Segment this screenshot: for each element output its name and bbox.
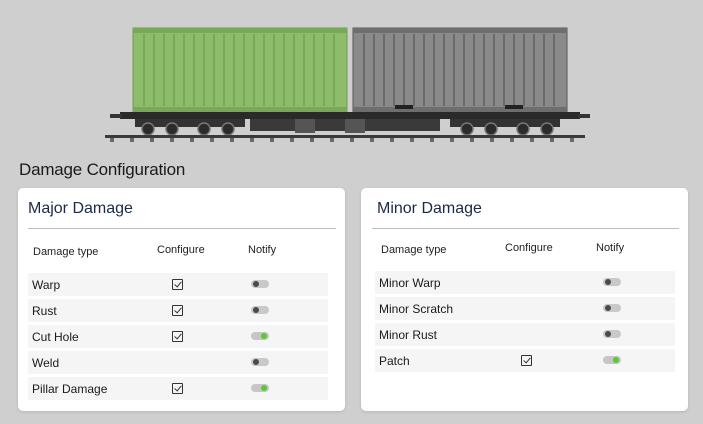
configure-checkbox[interactable] <box>172 279 183 290</box>
major-damage-divider <box>28 228 336 229</box>
page-title: Damage Configuration <box>19 160 186 179</box>
gray-container <box>352 27 568 113</box>
notify-toggle[interactable] <box>603 330 621 338</box>
damage-type-label: Pillar Damage <box>32 382 108 396</box>
damage-type-header: Damage type <box>381 244 447 256</box>
damage-type-label: Patch <box>379 354 410 368</box>
damage-type-label: Minor Scratch <box>379 302 454 316</box>
rail-track <box>105 135 585 142</box>
notify-toggle[interactable] <box>603 356 621 364</box>
minor-row-minor-rust: Minor Rust <box>375 323 675 346</box>
configure-header: Configure <box>505 242 553 254</box>
damage-type-label: Cut Hole <box>32 330 79 344</box>
notify-toggle[interactable] <box>251 358 269 366</box>
damage-type-header: Damage type <box>33 246 99 258</box>
notify-toggle[interactable] <box>603 278 621 286</box>
damage-type-label: Warp <box>32 278 61 292</box>
notify-toggle[interactable] <box>603 304 621 312</box>
green-container <box>132 27 348 113</box>
freight-wagon-illustration <box>105 27 590 142</box>
major-row-warp: Warp <box>28 273 328 296</box>
notify-toggle[interactable] <box>251 306 269 314</box>
damage-type-label: Minor Rust <box>379 328 438 342</box>
major-row-cut-hole: Cut Hole <box>28 325 328 348</box>
notify-toggle[interactable] <box>251 332 269 340</box>
minor-row-patch: Patch <box>375 349 675 372</box>
damage-type-label: Weld <box>32 356 60 370</box>
major-damage-panel: Major Damage Damage type Configure Notif… <box>18 188 345 411</box>
notify-toggle[interactable] <box>251 384 269 392</box>
major-row-rust: Rust <box>28 299 328 322</box>
minor-row-minor-scratch: Minor Scratch <box>375 297 675 320</box>
minor-row-minor-warp: Minor Warp <box>375 271 675 294</box>
minor-damage-title: Minor Damage <box>377 200 482 217</box>
notify-toggle[interactable] <box>251 280 269 288</box>
notify-header: Notify <box>248 244 277 256</box>
minor-damage-divider <box>372 228 679 229</box>
configure-checkbox[interactable] <box>521 355 532 366</box>
major-damage-title: Major Damage <box>28 200 133 217</box>
configure-header: Configure <box>157 244 205 256</box>
configure-checkbox[interactable] <box>172 331 183 342</box>
damage-type-label: Minor Warp <box>379 276 441 290</box>
minor-damage-panel: Minor Damage Damage type Configure Notif… <box>361 188 688 411</box>
notify-header: Notify <box>596 242 625 254</box>
major-row-pillar-damage: Pillar Damage <box>28 377 328 400</box>
damage-type-label: Rust <box>32 304 57 318</box>
configure-checkbox[interactable] <box>172 383 183 394</box>
major-row-weld: Weld <box>28 351 328 374</box>
configure-checkbox[interactable] <box>172 305 183 316</box>
